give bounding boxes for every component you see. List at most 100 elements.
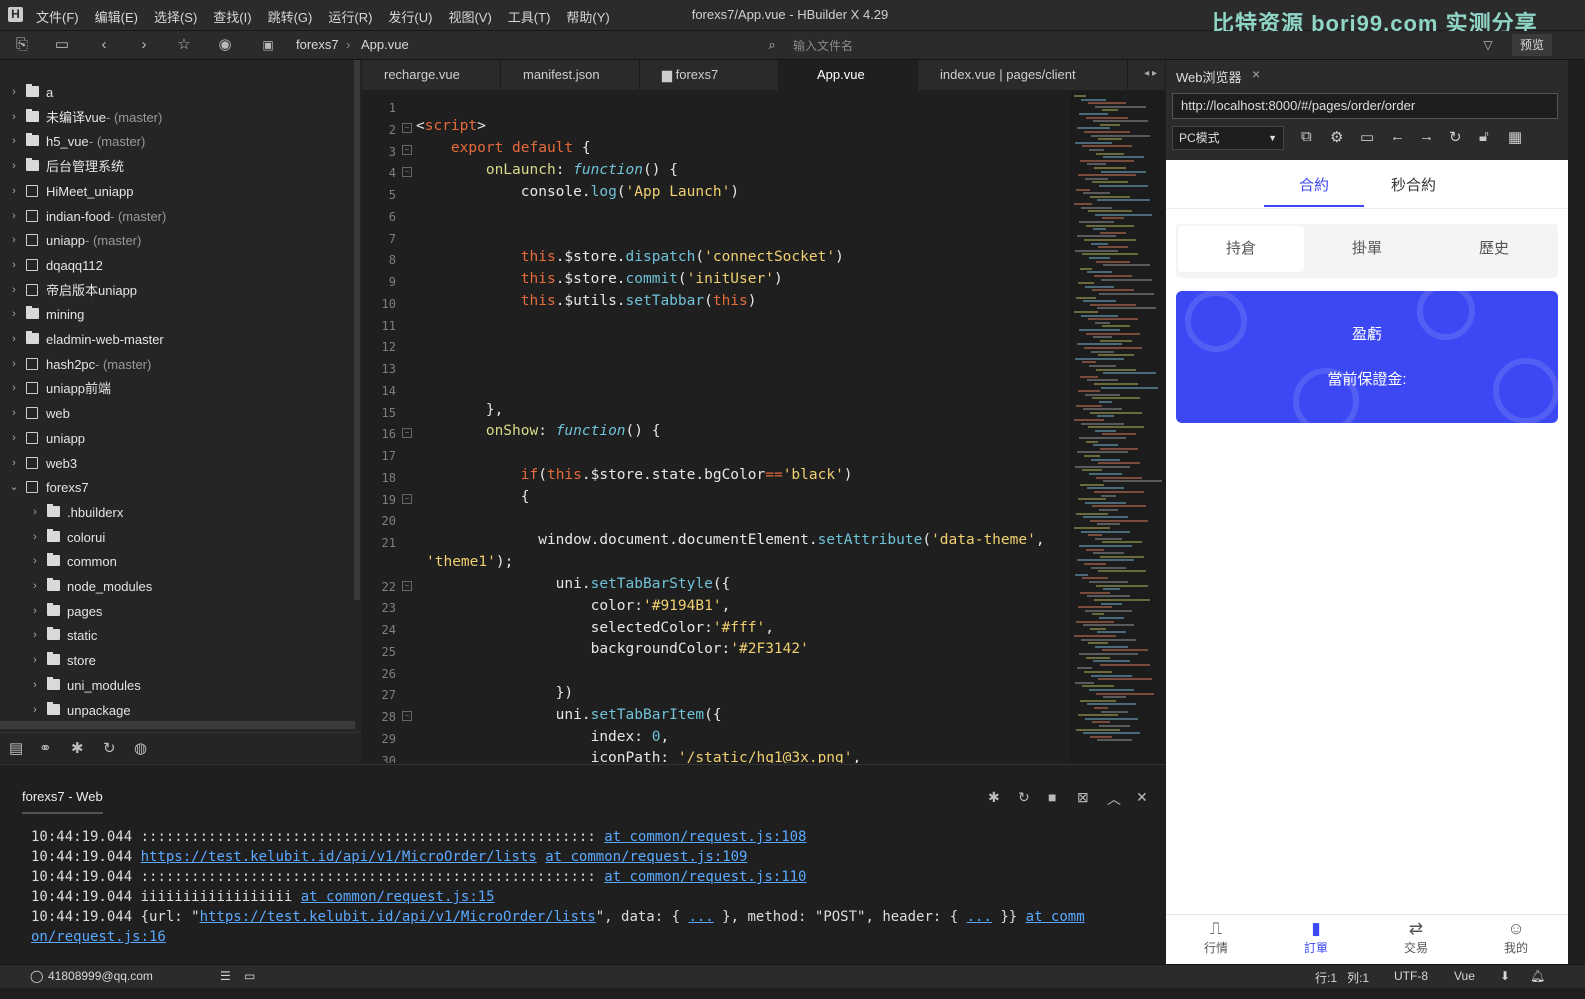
console-icon[interactable]: ▭ xyxy=(1360,128,1374,146)
console-tab[interactable]: forexs7 - Web xyxy=(22,789,103,814)
chevron-right-icon[interactable]: › xyxy=(8,426,20,451)
star-icon[interactable]: ☆ xyxy=(174,35,194,55)
lock-icon[interactable]: 🔓︎ xyxy=(1479,128,1489,145)
file-search-input[interactable]: 输入文件名 xyxy=(793,37,853,54)
breadcrumb-file[interactable]: App.vue xyxy=(361,37,409,52)
maximize-icon[interactable]: ︿ xyxy=(1107,789,1121,809)
chevron-right-icon[interactable]: › xyxy=(29,698,41,723)
bug-icon[interactable]: ✱ xyxy=(71,739,84,757)
preview-button[interactable]: 预览 xyxy=(1512,34,1552,56)
close-console-icon[interactable]: ✕ xyxy=(1136,789,1148,806)
sidebar-item[interactable]: › indian-food - (master) xyxy=(0,204,355,229)
nav-orders[interactable]: ▮ 訂單 xyxy=(1266,919,1366,956)
chevron-right-icon[interactable]: › xyxy=(8,204,20,229)
sidebar-item[interactable]: › HiMeet_uniapp xyxy=(0,179,355,204)
chevron-right-icon[interactable]: › xyxy=(8,179,20,204)
sidebar-item[interactable]: › common xyxy=(0,549,355,574)
tab-contract[interactable]: 合約 xyxy=(1299,174,1329,195)
menu-goto[interactable]: 跳转(G) xyxy=(268,7,313,26)
chevron-right-icon[interactable]: › xyxy=(8,228,20,253)
expand-link[interactable]: ... xyxy=(688,909,713,925)
settings-icon[interactable]: ⚙ xyxy=(1330,128,1343,146)
source-link[interactable]: at common/request.js:108 xyxy=(604,829,806,845)
back-arrow-icon[interactable]: ← xyxy=(1390,128,1405,145)
tab-forexs7[interactable]: ▆ forexs7 xyxy=(640,60,779,90)
tab-second-contract[interactable]: 秒合約 xyxy=(1391,174,1436,195)
chevron-right-icon[interactable]: › xyxy=(8,352,20,377)
sidebar-item[interactable]: › 帝启版本uniapp xyxy=(0,278,355,303)
chevron-right-icon[interactable]: › xyxy=(8,154,20,179)
filter-icon[interactable]: ▽ xyxy=(1478,35,1498,55)
chevron-down-icon[interactable]: ⌄ xyxy=(8,475,20,500)
menu-select[interactable]: 选择(S) xyxy=(154,7,197,26)
chevron-right-icon[interactable]: › xyxy=(8,129,20,154)
chevron-right-icon[interactable]: › xyxy=(29,673,41,698)
source-link[interactable]: at common/request.js:110 xyxy=(604,869,806,885)
sidebar-item[interactable]: › pages xyxy=(0,599,355,624)
list-icon[interactable]: ☰ xyxy=(220,969,231,983)
chevron-right-icon[interactable]: › xyxy=(29,574,41,599)
chevron-right-icon[interactable]: › xyxy=(29,500,41,525)
source-link[interactable]: on/request.js:16 xyxy=(31,929,166,945)
nav-mine[interactable]: ☺ 我的 xyxy=(1466,919,1566,956)
sidebar-item[interactable]: › a xyxy=(0,80,355,105)
chevron-right-icon[interactable]: › xyxy=(8,327,20,352)
tab-index-vue[interactable]: index.vue | pages/client xyxy=(918,60,1128,90)
sidebar-item[interactable]: › hash2pc - (master) xyxy=(0,352,355,377)
sidebar-item[interactable]: › 未编译vue - (master) xyxy=(0,105,355,130)
minimap[interactable] xyxy=(1070,91,1165,763)
url-link[interactable]: https://test.kelubit.id/api/v1/MicroOrde… xyxy=(141,849,537,865)
chevron-right-icon[interactable]: › xyxy=(8,302,20,327)
explorer-icon[interactable]: ▤ xyxy=(9,739,23,757)
cursor-col[interactable]: 列:1 xyxy=(1347,969,1369,986)
terminal-icon[interactable]: ▭ xyxy=(244,969,255,983)
chevron-right-icon[interactable]: › xyxy=(8,401,20,426)
sidebar-item[interactable]: › static xyxy=(0,623,355,648)
binoculars-icon[interactable]: ⚭ xyxy=(39,739,52,757)
fold-icon[interactable]: − xyxy=(402,145,412,155)
browser-tab[interactable]: Web浏览器 xyxy=(1176,67,1242,86)
menu-help[interactable]: 帮助(Y) xyxy=(566,7,609,26)
fold-icon[interactable]: − xyxy=(402,581,412,591)
close-icon[interactable]: × xyxy=(1252,66,1260,82)
account-icon[interactable]: ◯ xyxy=(30,969,43,983)
chevron-right-icon[interactable]: › xyxy=(8,376,20,401)
sidebar-item[interactable]: ⌄ forexs7 xyxy=(0,475,355,500)
chevron-right-icon[interactable]: › xyxy=(29,599,41,624)
subtab-positions[interactable]: 持倉 xyxy=(1178,226,1304,272)
sidebar-item[interactable]: › eladmin-web-master xyxy=(0,327,355,352)
new-file-icon[interactable]: ⎘ xyxy=(12,35,32,55)
user-account[interactable]: 41808999@qq.com xyxy=(48,969,153,983)
nav-trade[interactable]: ⇄ 交易 xyxy=(1366,919,1466,956)
menu-find[interactable]: 查找(I) xyxy=(213,7,251,26)
source-link[interactable]: at common/request.js:109 xyxy=(545,849,747,865)
sidebar-item[interactable]: › unpackage xyxy=(0,698,355,723)
screenshot-icon[interactable]: ⧉ xyxy=(1301,128,1312,145)
stop-icon[interactable]: ■ xyxy=(1048,789,1056,805)
refresh-debug-icon[interactable]: ↻ xyxy=(103,739,116,757)
forward-arrow-icon[interactable]: → xyxy=(1419,128,1434,145)
bell-icon[interactable]: 🔔︎ xyxy=(1530,969,1545,983)
sidebar-item[interactable]: › uniapp - (master) xyxy=(0,228,355,253)
fold-icon[interactable]: − xyxy=(402,428,412,438)
code-editor[interactable]: 1 2 3 4 5 6 7 8 9 10 11 12 13 14 15 16 17 18 19 20 21 22 23 24 2… xyxy=(362,91,1070,763)
mode-select[interactable]: PC模式 ▼ xyxy=(1172,126,1284,150)
expand-link[interactable]: ... xyxy=(967,909,992,925)
chevron-right-icon[interactable]: › xyxy=(8,253,20,278)
chevron-right-icon[interactable]: › xyxy=(29,549,41,574)
chevron-right-icon[interactable]: › xyxy=(29,623,41,648)
chevron-right-icon[interactable]: › xyxy=(29,648,41,673)
url-link[interactable]: https://test.kelubit.id/api/v1/MicroOrde… xyxy=(200,909,596,925)
chevron-right-icon[interactable]: › xyxy=(29,525,41,550)
menu-run[interactable]: 运行(R) xyxy=(328,7,372,26)
restart-icon[interactable]: ↻ xyxy=(1018,789,1030,806)
sidebar-item[interactable]: › h5_vue - (master) xyxy=(0,129,355,154)
sidebar-item[interactable]: › 后台管理系统 xyxy=(0,154,355,179)
sidebar-item[interactable]: › store xyxy=(0,648,355,673)
sidebar-item[interactable]: › uni_modules xyxy=(0,673,355,698)
cursor-row[interactable]: 行:1 xyxy=(1315,969,1337,986)
sidebar-item[interactable]: › dqaqq112 xyxy=(0,253,355,278)
globe-icon[interactable]: ◍ xyxy=(134,739,147,757)
fold-icon[interactable]: − xyxy=(402,711,412,721)
nav-market[interactable]: ⎍ 行情 xyxy=(1166,919,1266,956)
